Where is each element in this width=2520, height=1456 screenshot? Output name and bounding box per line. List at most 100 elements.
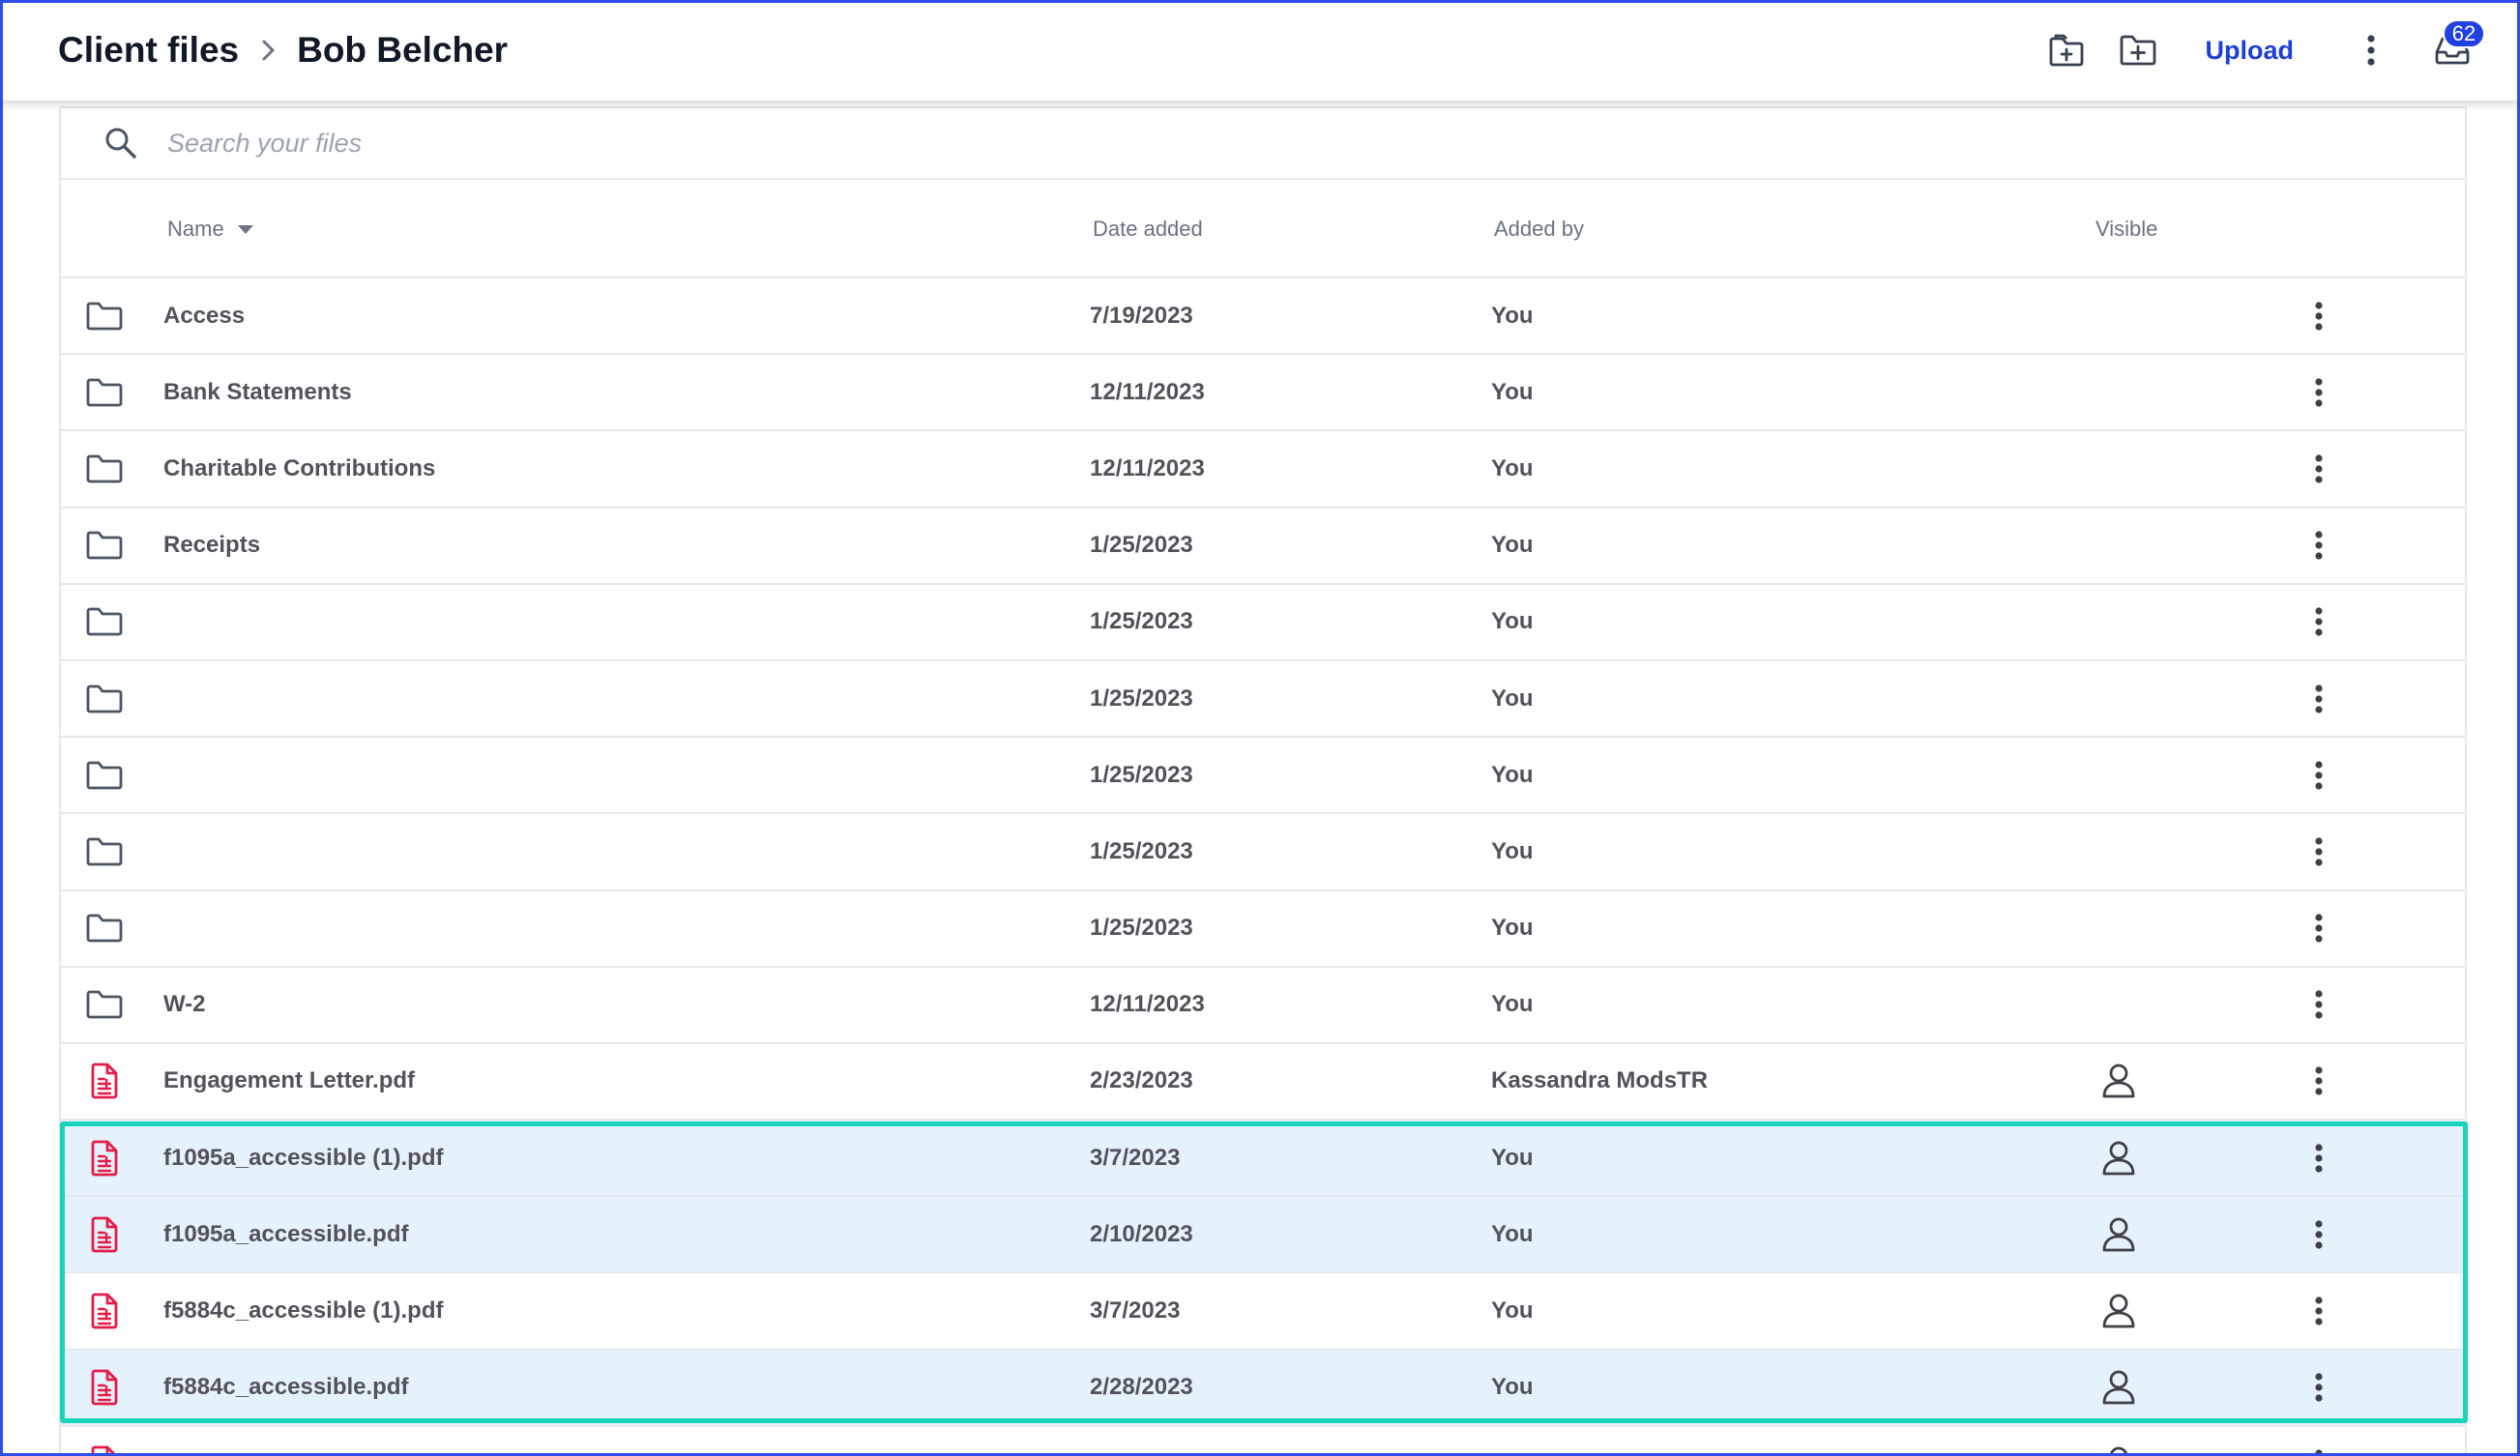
folder-icon <box>82 431 127 506</box>
file-added-by: You <box>1491 761 1534 788</box>
row-menu-icon[interactable] <box>2300 891 2338 966</box>
row-menu-icon[interactable] <box>2300 1121 2338 1195</box>
file-date-added: 2/10/2023 <box>1090 1220 1193 1247</box>
file-added-by: You <box>1491 1220 1534 1247</box>
visible-empty <box>2099 585 2138 659</box>
row-menu-icon[interactable] <box>2300 968 2338 1042</box>
file-date-added: 1/25/2023 <box>1090 608 1193 635</box>
file-date-added: 3/7/2023 <box>1090 1144 1181 1171</box>
file-name: f1095a_accessible (1).pdf <box>163 1144 444 1171</box>
visible-person-icon <box>2099 1351 2138 1425</box>
file-date-added: 12/11/2023 <box>1090 454 1205 481</box>
visible-empty <box>2099 661 2138 736</box>
file-added-by: You <box>1491 684 1534 712</box>
table-row[interactable]: 1/25/2023 You <box>61 738 2465 815</box>
file-date-added: 1/25/2023 <box>1090 915 1193 942</box>
file-date-added: 2/28/2023 <box>1090 1374 1193 1401</box>
breadcrumb: Client files Bob Belcher <box>58 25 508 75</box>
column-header-name[interactable]: Name <box>167 180 253 278</box>
file-date-added: 2/23/2023 <box>1090 1067 1193 1094</box>
file-date-added: 1/25/2023 <box>1090 761 1193 788</box>
visible-person-icon <box>2099 1197 2138 1271</box>
table-row[interactable]: f1095a_accessible (1).pdf 3/7/2023 You <box>61 1121 2465 1198</box>
file-date-added: 12/11/2023 <box>1090 991 1205 1018</box>
visible-empty <box>2099 891 2138 966</box>
file-name: f1095a_accessible.pdf <box>163 1220 409 1247</box>
visible-empty <box>2099 278 2138 353</box>
row-menu-icon[interactable] <box>2300 585 2338 659</box>
visible-empty <box>2099 509 2138 583</box>
file-name: Receipts <box>163 532 261 559</box>
row-menu-icon[interactable] <box>2300 431 2338 506</box>
search-icon <box>103 126 138 165</box>
search-input[interactable] <box>167 120 2391 166</box>
pdf-file-icon <box>82 1427 127 1456</box>
file-date-added: 1/25/2023 <box>1090 684 1193 712</box>
table-row[interactable]: Charitable Contributions 12/11/2023 You <box>61 431 2465 509</box>
table-row[interactable]: Bank Statements 12/11/2023 You <box>61 355 2465 432</box>
inbox-count-badge: 62 <box>2443 19 2485 48</box>
file-name: W-2 <box>163 991 206 1018</box>
pdf-file-icon <box>82 1044 127 1119</box>
pdf-file-icon <box>82 1197 127 1271</box>
search-bar <box>61 108 2465 180</box>
file-added-by: You <box>1491 915 1534 942</box>
row-menu-icon[interactable] <box>2300 1197 2338 1271</box>
row-menu-icon[interactable] <box>2300 355 2338 429</box>
row-menu-icon[interactable] <box>2300 661 2338 736</box>
visible-empty <box>2099 355 2138 429</box>
file-name: Charitable Contributions <box>163 454 436 481</box>
file-added-by: You <box>1491 454 1534 481</box>
upload-folder-icon[interactable] <box>2039 21 2097 79</box>
row-menu-icon[interactable] <box>2300 1351 2338 1425</box>
row-menu-icon[interactable] <box>2300 278 2338 353</box>
file-added-by: You <box>1491 991 1534 1018</box>
inbox-icon[interactable]: 62 <box>2423 19 2485 79</box>
visible-person-icon <box>2099 1273 2138 1348</box>
table-row[interactable]: 1/25/2023 You <box>61 584 2465 661</box>
table-row[interactable]: Receipts 1/25/2023 You <box>61 508 2465 585</box>
column-header-date-added[interactable]: Date added <box>1093 180 1203 278</box>
row-menu-icon[interactable] <box>2300 814 2338 888</box>
pdf-file-icon <box>82 1351 127 1425</box>
row-menu-icon[interactable] <box>2300 1273 2338 1348</box>
file-name: Bank Statements <box>163 378 352 405</box>
row-menu-icon[interactable] <box>2300 1044 2338 1119</box>
row-menu-icon[interactable] <box>2300 1427 2338 1456</box>
table-row[interactable]: Engagement Letter.pdf 2/23/2023 Kassandr… <box>61 1043 2465 1121</box>
pdf-file-icon <box>82 1273 127 1348</box>
table-row[interactable]: Access 7/19/2023 You <box>61 278 2465 356</box>
table-row[interactable]: f5884c_accessible.pdf 2/28/2023 You <box>61 1350 2465 1427</box>
upload-button[interactable]: Upload <box>2206 36 2295 66</box>
file-date-added: 1/25/2023 <box>1090 837 1193 864</box>
visible-empty <box>2099 738 2138 812</box>
breadcrumb-client-files[interactable]: Client files <box>58 30 239 71</box>
file-added-by: You <box>1491 837 1534 864</box>
table-row[interactable]: 1/25/2023 You <box>61 660 2465 739</box>
file-date-added: 3/7/2023 <box>1090 1297 1181 1325</box>
file-added-by: You <box>1491 1297 1534 1325</box>
row-menu-icon[interactable] <box>2300 509 2338 583</box>
pdf-file-icon <box>82 1121 127 1195</box>
table-row[interactable] <box>61 1426 2465 1456</box>
column-header-added-by[interactable]: Added by <box>1494 180 1584 278</box>
new-folder-icon[interactable] <box>2109 21 2167 79</box>
folder-icon <box>82 968 127 1042</box>
table-row[interactable]: f5884c_accessible (1).pdf 3/7/2023 You <box>61 1273 2465 1351</box>
file-added-by: You <box>1491 1374 1534 1401</box>
folder-icon <box>82 585 127 659</box>
table-row[interactable]: 1/25/2023 You <box>61 890 2465 968</box>
header-actions: Upload 62 <box>2039 19 2485 79</box>
file-date-added: 7/19/2023 <box>1090 302 1193 329</box>
visible-person-icon <box>2099 1427 2138 1456</box>
table-row[interactable]: f1095a_accessible.pdf 2/10/2023 You <box>61 1197 2465 1274</box>
row-menu-icon[interactable] <box>2300 738 2338 812</box>
folder-icon <box>82 355 127 429</box>
table-header: Name Date added Added by Visible <box>61 180 2465 278</box>
folder-icon <box>82 814 127 888</box>
table-row[interactable]: 1/25/2023 You <box>61 814 2465 891</box>
more-options-icon[interactable] <box>2342 21 2400 79</box>
folder-icon <box>82 509 127 583</box>
file-name: Engagement Letter.pdf <box>163 1067 416 1094</box>
table-row[interactable]: W-2 12/11/2023 You <box>61 967 2465 1044</box>
